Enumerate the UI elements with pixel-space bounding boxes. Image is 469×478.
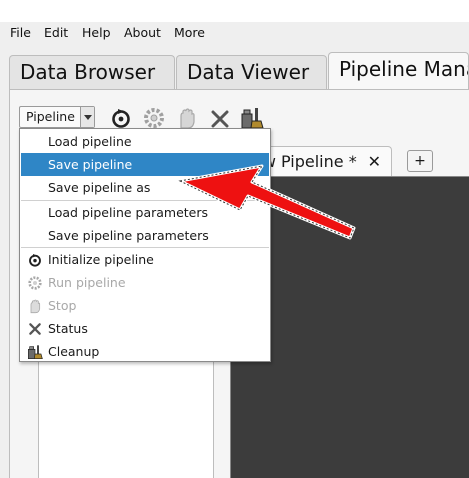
status-icon[interactable] [208,106,232,130]
menu-item-label: Stop [48,298,77,313]
menu-item-label: Run pipeline [48,275,126,290]
status-icon [29,323,41,335]
cleanup-icon [27,345,43,359]
menu-item-status[interactable]: Status [21,317,269,340]
cleanup-icon[interactable] [240,106,264,130]
menu-edit[interactable]: Edit [44,25,68,40]
close-icon[interactable]: ✕ [368,152,381,171]
tab-pipeline-manager[interactable]: Pipeline Manager [328,52,469,90]
annotation-arrow-icon [178,164,356,240]
pipeline-menu-button[interactable]: Pipeline [19,106,95,128]
tab-data-viewer[interactable]: Data Viewer [176,55,327,89]
menu-item-load-pipeline[interactable]: Load pipeline [21,130,269,153]
menu-item-label: Cleanup [48,344,100,359]
menu-item-run-pipeline[interactable]: Run pipeline [21,271,269,294]
menubar: File Edit Help About More [0,22,469,44]
add-tab-button[interactable]: + [407,150,433,172]
tab-data-browser[interactable]: Data Browser [9,55,175,89]
run-icon [28,276,42,290]
stop-icon[interactable] [175,106,199,130]
initialize-icon [29,254,41,267]
menu-item-initialize-pipeline[interactable]: Initialize pipeline [21,248,269,271]
chevron-down-icon[interactable] [80,107,94,127]
pipeline-library-panel [38,360,214,478]
menu-file[interactable]: File [10,25,31,40]
menu-more[interactable]: More [174,25,205,40]
menu-item-label: Initialize pipeline [48,252,154,267]
pipeline-menu-label: Pipeline [26,109,75,124]
menu-item-stop[interactable]: Stop [21,294,269,317]
menu-item-cleanup[interactable]: Cleanup [21,340,269,363]
menu-about[interactable]: About [124,25,161,40]
initialize-icon[interactable] [109,106,133,130]
run-icon[interactable] [142,106,166,130]
menu-help[interactable]: Help [82,25,111,40]
stop-icon [30,299,41,314]
menu-item-label: Status [48,321,88,336]
